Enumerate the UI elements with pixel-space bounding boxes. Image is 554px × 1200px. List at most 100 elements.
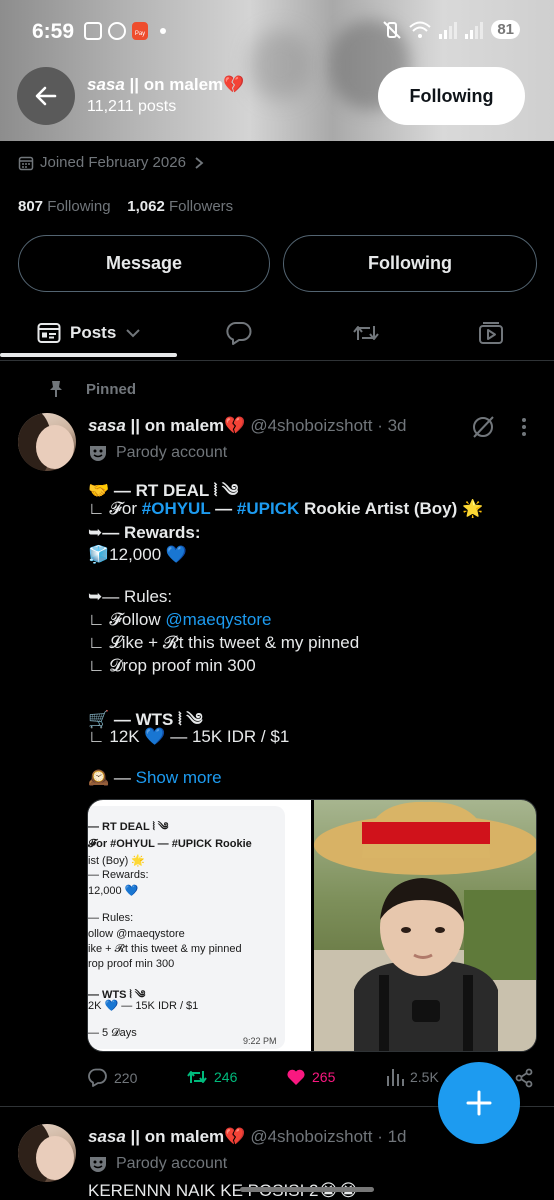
tweet-text-line: ➥— Rewards: [88,523,201,542]
tweet-author-line: sasa || on malem💔 @4shoboizshott · 3d [88,416,407,436]
media-image-photo[interactable] [314,800,536,1051]
signal-2-icon [465,21,484,39]
author-name-italic: sasa [88,1127,126,1146]
status-time: 6:59 [32,20,75,43]
text-fragment: Rookie Artist (Boy) 🌟 [299,499,484,518]
pay-app-icon: Pay [132,22,148,40]
screenshot-time: 9:22 PM [243,1036,277,1046]
status-notification-icons: Pay [84,22,166,40]
follow-stats: 807 Following 1,062 Followers [18,198,233,215]
reply-icon [88,1068,107,1087]
tweet-author-name[interactable]: sasa || on malem💔 [88,416,245,436]
tweet-text-line: ∟ 𝓕or #OHYUL — #UPICK Rookie Artist (Boy… [88,499,483,519]
calendar-icon [18,156,34,170]
more-vertical-icon[interactable] [520,417,528,437]
parody-text: Parody account [116,1155,228,1172]
photo-person-straw-hat [314,801,536,1051]
share-icon [515,1068,533,1088]
followers-stat[interactable]: 1,062 Followers [127,198,233,215]
header-name-rest: || on malem💔 [124,75,245,94]
screenshot-text: 𝓕or #OHYUL — #UPICK Rookie [88,838,252,850]
tweet-text-line: ∟ 12K 💙 — 15K IDR / $1 [88,727,290,746]
pin-icon [50,381,62,397]
avatar[interactable] [18,413,76,471]
screenshot-text: — 5 𝓓ays [88,1027,137,1039]
media-video-icon [479,322,503,344]
tweet-author-line: sasa || on malem💔 @4shoboizshott · 1d [88,1127,407,1147]
parody-label: Parody account [88,444,227,462]
share-action[interactable] [514,1068,534,1088]
repost-action[interactable]: 246 [186,1068,237,1086]
author-name-italic: sasa [88,416,126,435]
tweet-text-line: 🕰️ — Show more [88,768,222,788]
grok-icon[interactable] [470,414,496,440]
views-bar-chart-icon [387,1069,404,1086]
status-bar: 6:59 Pay 81 [0,0,554,62]
like-count: 265 [312,1069,336,1085]
tweet-text-line: 🧊12,000 💙 [88,545,188,564]
parody-mask-icon [90,446,106,461]
message-button[interactable]: Message [18,235,270,292]
screenshot-card: — RT DEAL ⦚ ༄ 𝓕or #OHYUL — #UPICK Rookie… [88,806,285,1049]
pinned-text: Pinned [86,380,137,398]
joined-date-row[interactable]: Joined February 2026 [18,154,206,171]
arrow-left-icon [35,86,57,106]
repost-icon [353,326,379,340]
text-fragment: 🕰️ — [88,768,136,787]
show-more-link[interactable]: Show more [136,768,222,787]
signal-1-icon [439,21,458,39]
status-system-icons: 81 [383,20,520,39]
tweet-text-line: ∟ 𝓛ike + 𝓡t this tweet & my pinned [88,633,360,652]
text-fragment: ∟ 𝓕ollow [88,610,166,629]
tweet-handle-time: @4shoboizshott · 1d [250,1127,407,1146]
tweet-text-line: ➥— Rules: [88,587,173,606]
reply-count: 220 [114,1069,138,1086]
chevron-down-icon [126,329,141,338]
screenshot-text: 2K 💙 — 15K IDR / $1 [88,1000,199,1012]
tab-reposts[interactable] [352,305,380,361]
screenshot-icon [84,22,102,40]
tab-posts-label: Posts [70,323,117,342]
back-button[interactable] [17,67,75,125]
hashtag-link[interactable]: #UPICK [237,499,299,518]
compose-post-button[interactable] [438,1062,520,1144]
author-name-rest: || on malem💔 [125,1127,246,1146]
header-name-italic: sasa [87,75,125,94]
more-notifications-dot-icon [160,28,166,34]
author-name-rest: || on malem💔 [125,416,246,435]
chevron-right-icon [195,156,204,169]
text-fragment: — [210,499,237,518]
tab-replies[interactable] [226,305,252,361]
parody-text: Parody account [116,444,228,461]
screenshot-text: ist (Boy) 🌟 [88,855,146,867]
repost-count: 246 [214,1069,238,1085]
mention-link[interactable]: @maeqystore [165,610,271,629]
following-stat[interactable]: 807 Following [18,198,111,215]
posts-icon [37,323,61,343]
following-button-header[interactable]: Following [378,67,525,125]
tweet-author-name[interactable]: sasa || on malem💔 [88,1127,245,1147]
media-image-screenshot[interactable]: — RT DEAL ⦚ ༄ 𝓕or #OHYUL — #UPICK Rookie… [88,800,311,1051]
plus-icon [466,1090,492,1116]
reply-bubble-icon [226,321,252,345]
gesture-home-bar[interactable] [240,1187,374,1192]
reply-action[interactable]: 220 [88,1068,137,1087]
tweet-handle-time: @4shoboizshott · 3d [250,416,407,435]
avatar[interactable] [18,1124,76,1182]
screenshot-text: ollow @maeqystore [88,928,185,940]
text-fragment: ∟ 𝓕or [88,499,142,518]
following-count: 807 [18,198,44,215]
tab-media[interactable] [478,305,504,361]
tweet-text-line: ∟ 𝓕ollow @maeqystore [88,610,271,630]
wifi-icon [409,21,431,38]
active-tab-indicator [0,353,177,357]
hashtag-link[interactable]: #OHYUL [142,499,211,518]
tweet-text-line: ∟ 𝓓rop proof min 300 [88,656,256,675]
views-action[interactable]: 2.5K [386,1068,439,1086]
like-action[interactable]: 265 [286,1068,335,1086]
following-button[interactable]: Following [283,235,537,292]
screenshot-text: — Rules: [88,912,134,924]
profile-header-banner: 6:59 Pay 81 sasa || on malem💔 11,211 pos… [0,0,554,141]
battery-level: 81 [491,20,520,39]
screenshot-text: ike + 𝓡t this tweet & my pinned [88,943,242,955]
